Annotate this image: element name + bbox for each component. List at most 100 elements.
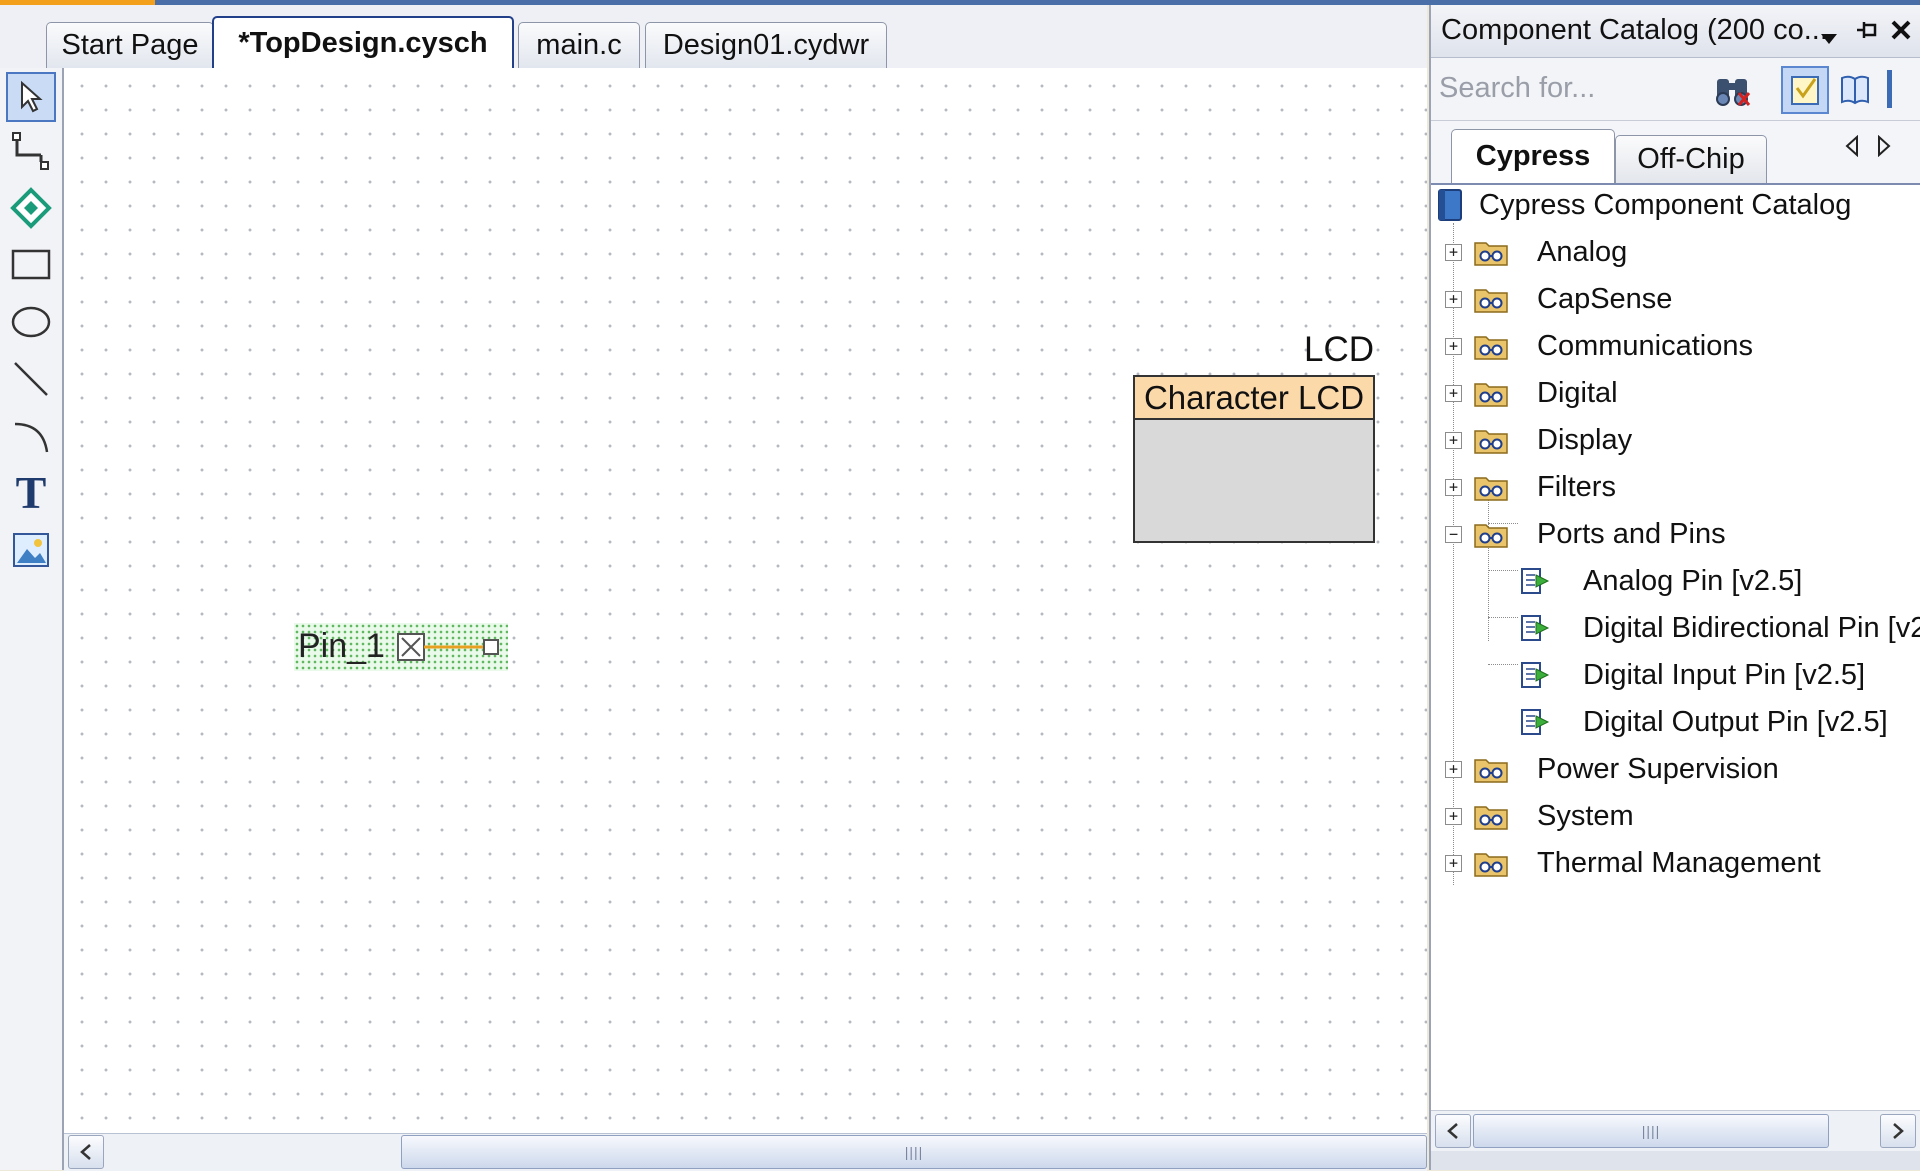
wire-tool-button[interactable] — [6, 126, 56, 176]
expand-icon[interactable]: + — [1445, 479, 1462, 496]
checked-book-icon — [1791, 76, 1819, 105]
expand-icon[interactable]: + — [1445, 808, 1462, 825]
schematic-canvas[interactable]: LCD Character LCD Pin_1 — [64, 68, 1427, 1133]
tab-scroll-right-icon[interactable] — [1877, 134, 1891, 164]
collapse-icon[interactable]: − — [1445, 526, 1462, 543]
binoculars-icon — [1716, 79, 1751, 106]
catalog-search-row — [1431, 58, 1920, 121]
expand-icon[interactable]: + — [1445, 432, 1462, 449]
expand-icon[interactable]: + — [1445, 761, 1462, 778]
tree-item-power-supervision[interactable]: + Power Supervision — [1431, 746, 1920, 792]
tree-item-ports-and-pins[interactable]: − Ports and Pins — [1431, 511, 1920, 557]
tab-design01-cydwr[interactable]: Design01.cydwr — [645, 22, 887, 68]
line-tool-button[interactable] — [6, 354, 56, 404]
folder-icon — [1473, 284, 1509, 314]
rectangle-tool-button[interactable] — [6, 240, 56, 290]
tab-cypress[interactable]: Cypress — [1451, 129, 1615, 183]
lcd-type-label: Character LCD — [1135, 377, 1373, 420]
tree-item-label: Analog Pin [v2.5] — [1583, 564, 1803, 597]
tree-item-filters[interactable]: + Filters — [1431, 464, 1920, 510]
tree-item-analog-pin[interactable]: Analog Pin [v2.5] — [1431, 558, 1920, 604]
pin-icon[interactable] — [1854, 17, 1880, 50]
component-tool-button[interactable] — [6, 183, 56, 233]
tab-label: Start Page — [61, 29, 199, 61]
tree-item-label: Power Supervision — [1537, 752, 1779, 785]
tree-item-digital[interactable]: + Digital — [1431, 370, 1920, 416]
folder-icon — [1473, 754, 1509, 784]
chevron-left-icon — [1447, 1123, 1458, 1139]
select-tool-button[interactable] — [6, 72, 56, 122]
catalog-search-input[interactable] — [1437, 66, 1703, 110]
find-button[interactable] — [1709, 66, 1757, 114]
scroll-left-button[interactable] — [68, 1135, 104, 1169]
tab-off-chip[interactable]: Off-Chip — [1615, 135, 1767, 183]
folder-icon — [1473, 378, 1509, 408]
tab-start-page[interactable]: Start Page — [46, 22, 214, 68]
expand-icon[interactable]: + — [1445, 291, 1462, 308]
expand-icon[interactable]: + — [1445, 385, 1462, 402]
tree-item-digital-bidirectional-pin[interactable]: Digital Bidirectional Pin [v2.5] — [1431, 605, 1920, 651]
folder-icon — [1473, 472, 1509, 502]
diamond-icon — [10, 187, 52, 229]
image-tool-button[interactable] — [6, 525, 56, 575]
close-icon[interactable] — [1889, 17, 1913, 49]
folder-icon — [1473, 425, 1509, 455]
tab-label: Design01.cydwr — [662, 29, 870, 61]
tree-item-digital-output-pin[interactable]: Digital Output Pin [v2.5] — [1431, 699, 1920, 745]
catalog-scroll-left-button[interactable] — [1435, 1114, 1471, 1148]
folder-icon — [1473, 331, 1509, 361]
expand-icon[interactable]: + — [1445, 855, 1462, 872]
tree-item-label: System — [1537, 799, 1634, 832]
document-tab-strip: Start Page *TopDesign.cysch main.c Desig… — [0, 5, 1427, 71]
catalog-tab-strip: Cypress Off-Chip — [1431, 121, 1920, 185]
scroll-thumb[interactable]: |||| — [401, 1135, 1427, 1169]
schematic-toolbox: T — [0, 68, 64, 1170]
tree-item-label: Filters — [1537, 470, 1616, 503]
tree-item-label: Ports and Pins — [1537, 517, 1726, 550]
pin-terminal-icon — [397, 633, 499, 661]
tree-item-analog[interactable]: + Analog — [1431, 229, 1920, 275]
tree-item-thermal-management[interactable]: + Thermal Management — [1431, 840, 1920, 886]
wire-icon — [12, 132, 49, 170]
filter-toggle-button[interactable] — [1781, 66, 1829, 114]
component-catalog-panel: Component Catalog (200 co... Cypress Off… — [1429, 5, 1920, 1170]
tab-main-c[interactable]: main.c — [518, 22, 640, 68]
toolbar-overflow-edge — [1887, 70, 1892, 108]
tab-label: *TopDesign.cysch — [238, 26, 488, 59]
tab-topdesign[interactable]: *TopDesign.cysch — [212, 16, 514, 68]
catalog-horizontal-scrollbar[interactable]: |||| — [1431, 1110, 1920, 1151]
text-tool-button[interactable]: T — [6, 468, 56, 518]
catalog-title: Component Catalog (200 co... — [1441, 14, 1828, 46]
expand-icon[interactable]: + — [1445, 338, 1462, 355]
catalog-scroll-thumb[interactable]: |||| — [1473, 1114, 1829, 1148]
tab-scroll-left-icon[interactable] — [1845, 134, 1859, 164]
tree-item-label: Digital Bidirectional Pin [v2.5] — [1583, 611, 1920, 644]
catalog-tree: Cypress Component Catalog + Analog + Cap… — [1431, 185, 1920, 1105]
expand-icon[interactable]: + — [1445, 244, 1462, 261]
character-lcd-component[interactable]: Character LCD — [1133, 375, 1375, 543]
folder-icon — [1473, 237, 1509, 267]
tree-item-digital-input-pin[interactable]: Digital Input Pin [v2.5] — [1431, 652, 1920, 698]
tree-item-display[interactable]: + Display — [1431, 417, 1920, 463]
tree-item-label: Digital Input Pin [v2.5] — [1583, 658, 1866, 691]
tree-item-label: CapSense — [1537, 282, 1673, 315]
pin-component[interactable]: Pin_1 — [294, 623, 508, 671]
pin-instance-name: Pin_1 — [298, 627, 385, 665]
tree-item-capsense[interactable]: + CapSense — [1431, 276, 1920, 322]
tree-item-system[interactable]: + System — [1431, 793, 1920, 839]
arc-tool-button[interactable] — [6, 411, 56, 461]
tab-label: main.c — [536, 29, 622, 61]
dropdown-icon[interactable] — [1819, 21, 1839, 53]
catalog-scroll-right-button[interactable] — [1880, 1114, 1916, 1148]
text-icon: T — [15, 467, 47, 518]
tree-root-cypress-catalog[interactable]: Cypress Component Catalog — [1435, 185, 1851, 228]
tree-item-communications[interactable]: + Communications — [1431, 323, 1920, 369]
canvas-horizontal-scrollbar[interactable]: |||| — [64, 1133, 1427, 1171]
ellipse-tool-button[interactable] — [6, 297, 56, 347]
tree-root-label: Cypress Component Catalog — [1479, 188, 1852, 221]
tab-label: Off-Chip — [1637, 143, 1745, 175]
datasheet-button[interactable] — [1831, 66, 1879, 114]
pin-component-icon — [1519, 565, 1551, 597]
catalog-book-icon — [1438, 189, 1462, 221]
folder-icon — [1473, 848, 1509, 878]
